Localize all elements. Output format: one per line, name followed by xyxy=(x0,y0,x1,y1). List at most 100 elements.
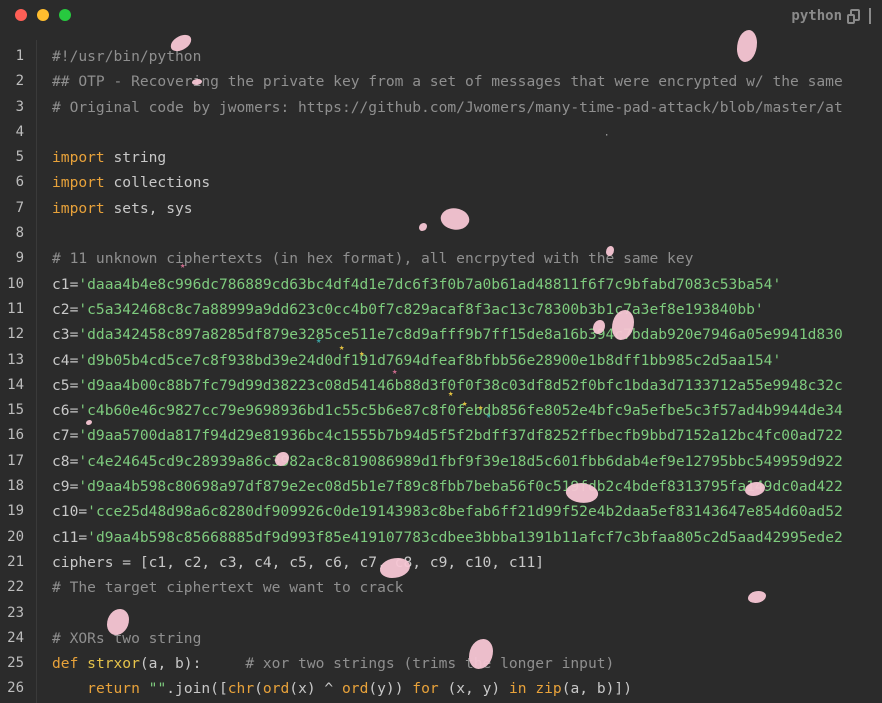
code-text: return "".join([chr(ord(x) ^ ord(y)) for… xyxy=(52,676,632,701)
code-token: collections xyxy=(104,174,211,192)
line-number: 2 xyxy=(15,73,24,90)
code-block[interactable]: 1 #!/usr/bin/python 2 ## OTP - Recovering t… xyxy=(0,44,882,702)
code-line: 21 ciphers = [c1, c2, c3, c4, c5, c6, c7,… xyxy=(0,550,882,575)
code-text: c8='c4e24645cd9c28939a86c3982ac8c8190869… xyxy=(52,449,843,474)
line-number: 13 xyxy=(7,351,24,368)
maximize-window-button[interactable] xyxy=(59,9,71,21)
sparkle-decoration: ★ xyxy=(392,367,398,377)
line-number: 21 xyxy=(7,553,24,570)
line-number: 19 xyxy=(7,503,24,520)
code-text: import collections xyxy=(52,170,210,195)
code-token: # xor two strings (trims the longer inpu… xyxy=(245,655,615,673)
line-number: 26 xyxy=(7,680,24,697)
code-line: 10 c1='daaa4b4e8c996dc786889cd63bc4df4d1e… xyxy=(0,272,882,297)
code-text: c1='daaa4b4e8c996dc786889cd63bc4df4d1e7d… xyxy=(52,272,781,297)
code-token: c4= xyxy=(52,351,79,369)
line-number: 5 xyxy=(15,149,24,166)
code-text: import sets, sys xyxy=(52,196,193,221)
line-number: 23 xyxy=(7,604,24,621)
code-token: sets, sys xyxy=(104,199,193,217)
code-token: import xyxy=(52,149,105,167)
scrollbar-icon[interactable] xyxy=(869,8,878,24)
line-number: 11 xyxy=(7,300,24,317)
line-number: 15 xyxy=(7,402,24,419)
code-text: # XORs two string xyxy=(52,626,201,651)
code-line: 25 def strxor(a, b): # xor two strings (t… xyxy=(0,651,882,676)
code-token: # XORs two string xyxy=(52,629,202,647)
code-token: (x, y) xyxy=(438,680,509,698)
code-token: for xyxy=(412,680,439,698)
code-text: c9='d9aa4b598c80698a97df879e2ec08d5b1e7f… xyxy=(52,474,843,499)
line-number: 20 xyxy=(7,528,24,545)
code-line: 15 c6='c4b60e46c9827cc79e9698936bd1c55c5b… xyxy=(0,398,882,423)
code-token: 'd9b05b4cd5ce7c8f938bd39e24d0df191d7694d… xyxy=(78,351,782,369)
code-line: 4 xyxy=(0,120,882,145)
code-text: c3='dda342458c897a8285df879e3285ce511e7c… xyxy=(52,322,843,347)
code-token: strxor xyxy=(87,655,140,673)
code-text: c11='d9aa4b598c85668885df9d993f85e419107… xyxy=(52,525,843,550)
sparkle-decoration: ★ xyxy=(486,411,492,421)
code-token: # The target ciphertext we want to crack xyxy=(52,579,404,597)
code-token: import xyxy=(52,174,105,192)
code-token: (y)) xyxy=(368,680,413,698)
code-text: # The target ciphertext we want to crack xyxy=(52,575,403,600)
sparkle-decoration: ★ xyxy=(462,399,468,409)
copy-icon[interactable] xyxy=(847,9,860,24)
minimize-window-button[interactable] xyxy=(37,9,49,21)
code-token: 'c4b60e46c9827cc79e9698936bd1c55c5b6e87c… xyxy=(78,402,843,420)
code-token: 'c4e24645cd9c28939a86c3982ac8c819086989d… xyxy=(78,452,843,470)
code-window: python 1 #!/usr/bin/python 2 ## OTP - Recov… xyxy=(0,0,882,703)
line-number: 6 xyxy=(15,174,24,191)
code-token: c1= xyxy=(52,275,79,293)
code-line: 26 return "".join([chr(ord(x) ^ ord(y)) … xyxy=(0,676,882,701)
line-number: 17 xyxy=(7,452,24,469)
line-number: 14 xyxy=(7,376,24,393)
code-token: c8= xyxy=(52,452,79,470)
code-line: 6 import collections xyxy=(0,170,882,195)
code-token: c9= xyxy=(52,478,79,496)
line-number: 16 xyxy=(7,427,24,444)
code-token: ( xyxy=(254,680,263,698)
code-token: c2= xyxy=(52,300,79,318)
code-line: 19 c10='cce25d48d98a6c8280df909926c0de191… xyxy=(0,499,882,524)
line-number: 10 xyxy=(7,275,24,292)
code-line: 23 xyxy=(0,601,882,626)
code-token: .join([ xyxy=(166,680,228,698)
code-token: c3= xyxy=(52,326,79,344)
code-line: 11 c2='c5a342468c8c7a88999a9dd623c0cc4b0f… xyxy=(0,297,882,322)
code-token: c5= xyxy=(52,376,79,394)
code-line: 3 # Original code by jwomers: https://git… xyxy=(0,95,882,120)
code-line: 13 c4='d9b05b4cd5ce7c8f938bd39e24d0df191d… xyxy=(0,348,882,373)
code-token: (a, b)]) xyxy=(561,680,632,698)
code-token: 'd9aa4b598c85668885df9d993f85e419107783c… xyxy=(87,528,843,546)
code-text: c4='d9b05b4cd5ce7c8f938bd39e24d0df191d76… xyxy=(52,348,781,373)
line-number: 7 xyxy=(15,199,24,216)
code-text: c6='c4b60e46c9827cc79e9698936bd1c55c5b6e… xyxy=(52,398,843,423)
code-token: "" xyxy=(148,680,167,698)
sparkle-decoration: ★ xyxy=(448,389,454,399)
code-token: 'd9aa4b00c88b7fc79d99d38223c08d54146b88d… xyxy=(78,376,843,394)
code-token: zip xyxy=(535,680,562,698)
code-line: 17 c8='c4e24645cd9c28939a86c3982ac8c81908… xyxy=(0,449,882,474)
code-text: c2='c5a342468c8c7a88999a9dd623c0cc4b0f7c… xyxy=(52,297,764,322)
code-token: 'daaa4b4e8c996dc786889cd63bc4df4d1e7dc6f… xyxy=(78,275,782,293)
code-token: (x) ^ xyxy=(289,680,342,698)
code-text: ciphers = [c1, c2, c3, c4, c5, c6, c7, c… xyxy=(52,550,544,575)
language-label: python xyxy=(791,8,842,24)
code-token: def xyxy=(52,655,79,673)
code-token: c6= xyxy=(52,402,79,420)
code-token: (a, b): xyxy=(139,655,246,673)
line-number: 3 xyxy=(15,98,24,115)
close-window-button[interactable] xyxy=(15,9,27,21)
code-text: ## OTP - Recovering the private key from… xyxy=(52,69,843,94)
code-line: 8 xyxy=(0,221,882,246)
code-token: # 11 unknown ciphertexts (in hex format)… xyxy=(52,250,694,268)
code-token: chr xyxy=(227,680,255,698)
code-text: c7='d9aa5700da817f94d29e81936bc4c1555b7b… xyxy=(52,423,843,448)
line-number: 1 xyxy=(15,48,24,64)
code-text: c10='cce25d48d98a6c8280df909926c0de19143… xyxy=(52,499,843,524)
code-token: ## OTP - Recovering the private key from… xyxy=(52,73,843,91)
